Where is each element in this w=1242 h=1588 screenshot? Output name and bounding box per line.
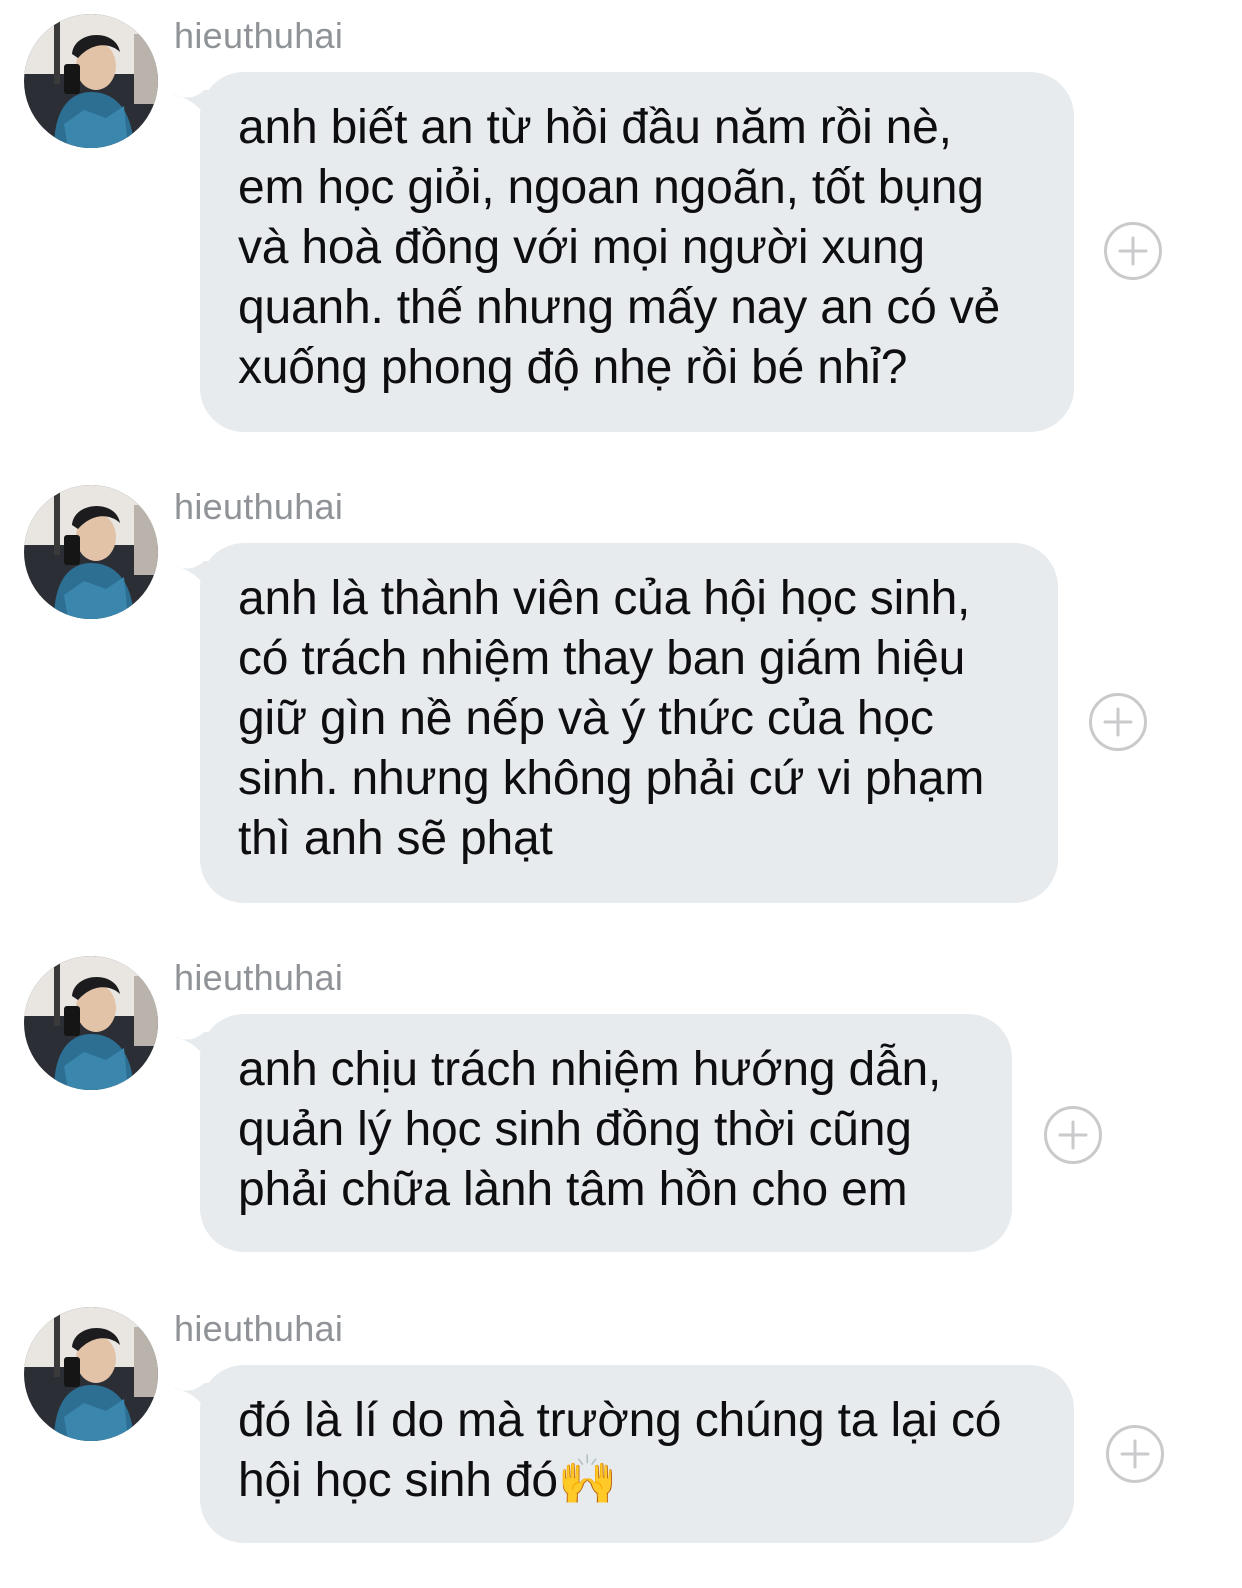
message-bubble[interactable]: đó là lí do mà trường chúng ta lại có hộ… bbox=[200, 1365, 1074, 1543]
sender-name: hieuthuhai bbox=[174, 15, 344, 56]
avatar[interactable] bbox=[24, 1307, 158, 1441]
message-row: hieuthuhai đó là lí do mà trường chúng t… bbox=[0, 1307, 1242, 1547]
avatar[interactable] bbox=[24, 14, 158, 148]
sender-name: hieuthuhai bbox=[174, 486, 344, 527]
plus-icon bbox=[1118, 236, 1148, 266]
plus-icon bbox=[1103, 707, 1133, 737]
message-row: hieuthuhai anh chịu trách nhiệm hướng dẫ… bbox=[0, 956, 1242, 1256]
message-bubble[interactable]: anh chịu trách nhiệm hướng dẫn, quản lý … bbox=[200, 1014, 1012, 1252]
plus-icon bbox=[1120, 1439, 1150, 1469]
add-reaction-button[interactable] bbox=[1089, 693, 1147, 751]
avatar[interactable] bbox=[24, 956, 158, 1090]
sender-name: hieuthuhai bbox=[174, 1308, 344, 1349]
avatar-photo bbox=[24, 14, 158, 148]
add-reaction-button[interactable] bbox=[1104, 222, 1162, 280]
avatar[interactable] bbox=[24, 485, 158, 619]
message-bubble[interactable]: anh biết an từ hồi đầu năm rồi nè, em họ… bbox=[200, 72, 1074, 432]
message-bubble[interactable]: anh là thành viên của hội học sinh, có t… bbox=[200, 543, 1058, 903]
avatar-photo bbox=[24, 956, 158, 1090]
sender-name: hieuthuhai bbox=[174, 957, 344, 998]
avatar-photo bbox=[24, 1307, 158, 1441]
add-reaction-button[interactable] bbox=[1044, 1106, 1102, 1164]
add-reaction-button[interactable] bbox=[1106, 1425, 1164, 1483]
message-row: hieuthuhai anh là thành viên của hội học… bbox=[0, 485, 1242, 905]
message-row: hieuthuhai anh biết an từ hồi đầu năm rồ… bbox=[0, 14, 1242, 434]
plus-icon bbox=[1058, 1120, 1088, 1150]
avatar-photo bbox=[24, 485, 158, 619]
